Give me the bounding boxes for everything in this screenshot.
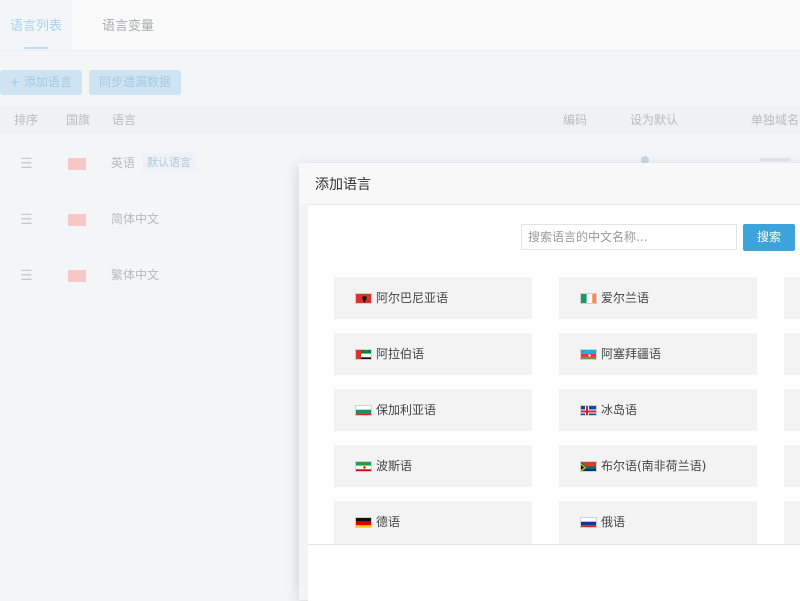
tab-bar: 语言列表 语言变量 [0, 0, 800, 51]
albania-flag-icon [355, 293, 372, 304]
language-option-afrikaans[interactable]: 布尔语(南非荷兰语) [559, 445, 757, 487]
bulgaria-flag-icon [355, 405, 372, 416]
language-option-partial[interactable] [784, 501, 800, 544]
column-flag: 国旗 [66, 113, 91, 127]
language-option-azerbaijani[interactable]: 阿塞拜疆语 [559, 333, 757, 375]
default-language-badge: 默认语言 [142, 153, 196, 171]
search-button[interactable]: 搜索 [743, 224, 795, 251]
tab-language-list[interactable]: 语言列表 [0, 0, 73, 50]
language-option-irish[interactable]: 爱尔兰语 [559, 277, 757, 319]
language-option-partial[interactable] [784, 389, 800, 431]
drag-handle-icon[interactable]: ☰ [20, 212, 33, 228]
south-africa-flag-icon [580, 461, 597, 472]
language-name: 阿塞拜疆语 [601, 347, 662, 361]
add-language-button[interactable]: + 添加语言 [0, 70, 82, 95]
drag-handle-icon[interactable]: ☰ [20, 156, 33, 172]
language-option-german[interactable]: 德语 [334, 501, 532, 544]
flag-icon [68, 158, 86, 170]
language-option-bulgarian[interactable]: 保加利亚语 [334, 389, 532, 431]
table-header: 排序 国旗 语言 编码 设为默认 单独域名 [0, 106, 800, 134]
dialog-header: 添加语言 [299, 163, 800, 205]
language-option-russian[interactable]: 俄语 [559, 501, 757, 544]
column-separate-domain: 单独域名 [751, 113, 800, 127]
language-option-partial[interactable] [784, 277, 800, 319]
ireland-flag-icon [580, 293, 597, 304]
language-option-arabic[interactable]: 阿拉伯语 [334, 333, 532, 375]
language-name: 俄语 [601, 515, 626, 529]
russia-flag-icon [580, 517, 597, 528]
language-option-albanian[interactable]: 阿尔巴尼亚语 [334, 277, 532, 319]
dialog-gutter [299, 204, 308, 600]
language-name: 冰岛语 [601, 403, 638, 417]
language-name: 爱尔兰语 [601, 291, 650, 305]
tab-language-variables[interactable]: 语言变量 [102, 0, 154, 50]
language-name: 阿拉伯语 [376, 347, 425, 361]
language-option-partial[interactable] [784, 333, 800, 375]
dialog-footer [308, 544, 800, 601]
language-option-partial[interactable] [784, 445, 800, 487]
flag-icon [68, 214, 86, 226]
add-language-dialog: 添加语言 搜索 阿尔巴尼亚语 阿拉伯语 保加利亚语 波斯语 德语 [299, 163, 800, 601]
azerbaijan-flag-icon [580, 349, 597, 360]
column-code: 编码 [563, 113, 588, 127]
drag-handle-icon[interactable]: ☰ [20, 268, 33, 284]
language-name: 阿尔巴尼亚语 [376, 291, 449, 305]
dialog-body [308, 211, 800, 544]
iceland-flag-icon [580, 405, 597, 416]
flag-icon [68, 270, 86, 282]
language-option-persian[interactable]: 波斯语 [334, 445, 532, 487]
language-name: 布尔语(南非荷兰语) [601, 459, 707, 473]
column-language: 语言 [112, 113, 137, 127]
uae-flag-icon [355, 349, 372, 360]
language-name: 保加利亚语 [376, 403, 437, 417]
germany-flag-icon [355, 517, 372, 528]
language-name: 波斯语 [376, 459, 413, 473]
column-set-default: 设为默认 [630, 113, 679, 127]
language-name: 英语 [111, 156, 136, 170]
dialog-title: 添加语言 [315, 177, 371, 193]
sync-missing-data-button[interactable]: 同步遗漏数据 [89, 70, 182, 95]
language-name: 德语 [376, 515, 401, 529]
domain-toggle[interactable] [760, 158, 790, 161]
language-option-icelandic[interactable]: 冰岛语 [559, 389, 757, 431]
iran-flag-icon [355, 461, 372, 472]
language-name: 繁体中文 [111, 268, 160, 282]
column-sort: 排序 [14, 113, 39, 127]
language-search-input[interactable] [521, 224, 737, 250]
language-name: 简体中文 [111, 212, 160, 226]
